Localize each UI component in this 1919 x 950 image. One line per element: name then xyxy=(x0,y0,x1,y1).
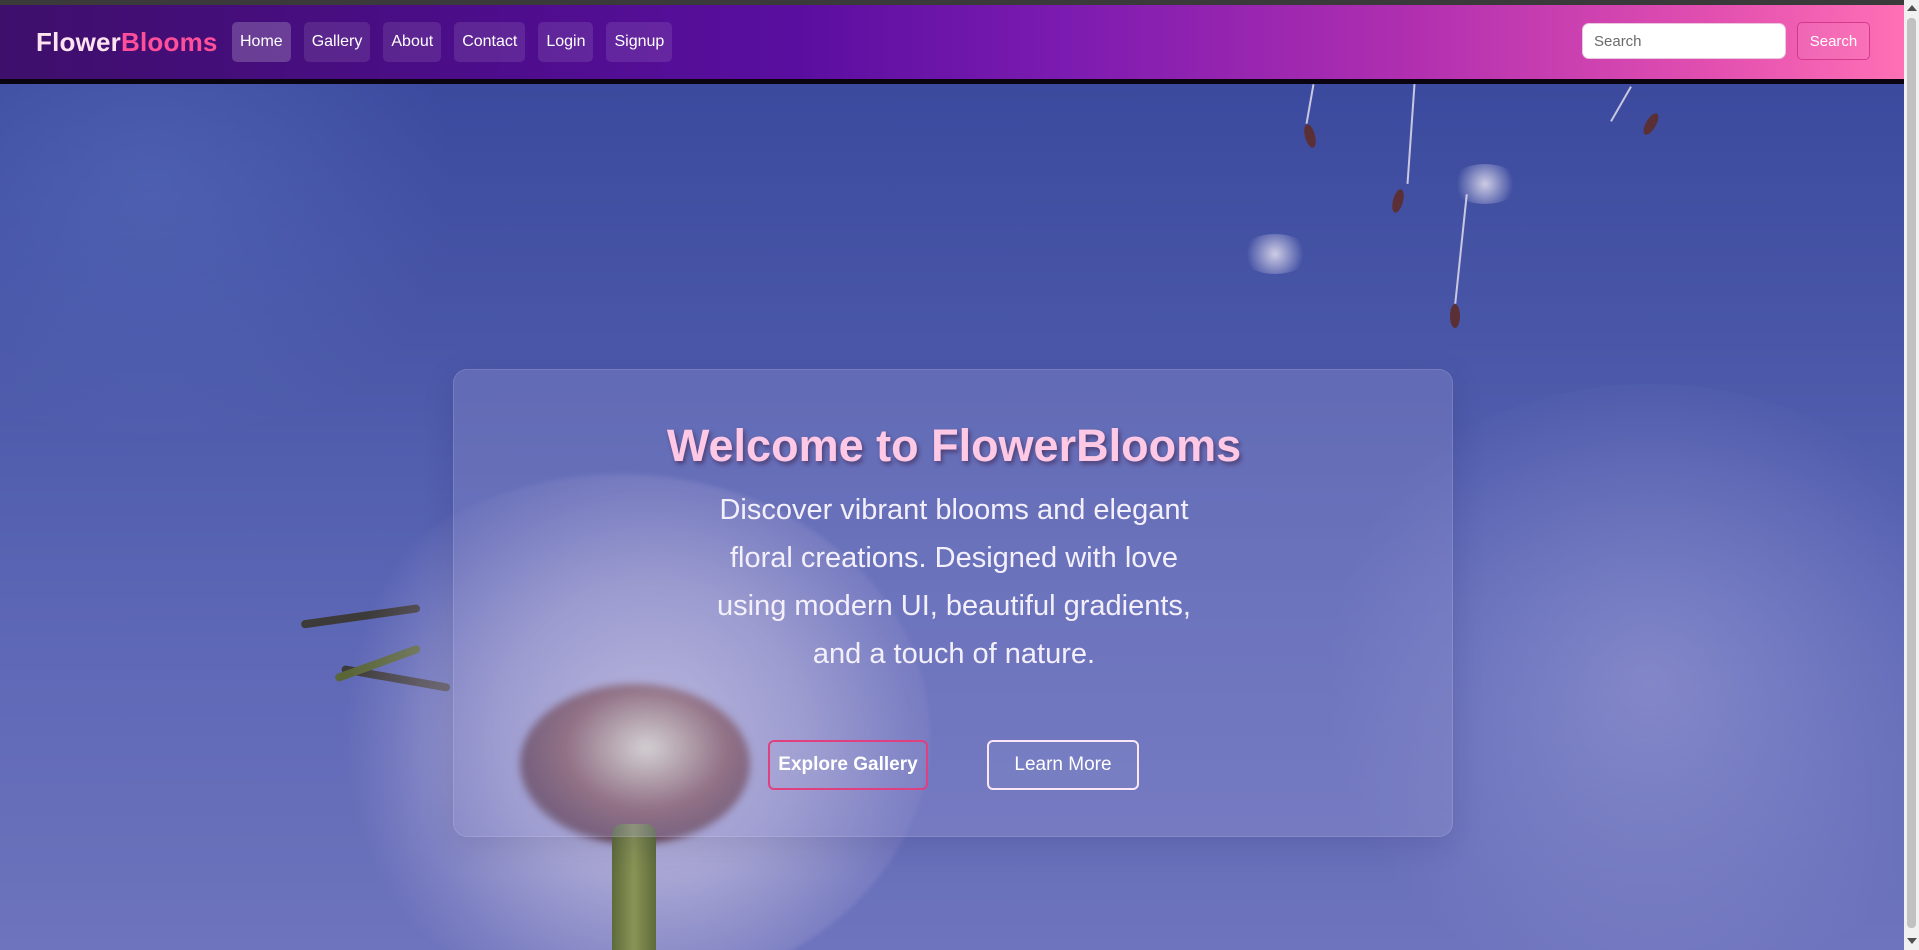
hero-title: Welcome to FlowerBlooms xyxy=(666,420,1242,471)
hero-card: Welcome to FlowerBlooms Discover vibrant… xyxy=(453,369,1453,837)
nav-links: Home Gallery About Contact Login Signup xyxy=(232,22,673,62)
sky-shade xyxy=(0,84,500,434)
brand-logo[interactable]: FlowerBlooms xyxy=(36,27,218,58)
nav-item-gallery[interactable]: Gallery xyxy=(303,22,371,62)
explore-gallery-button[interactable]: Explore Gallery xyxy=(768,740,928,790)
scroll-up-arrow-icon[interactable] xyxy=(1907,5,1917,11)
seed-fluff xyxy=(1240,234,1310,274)
hero-section: Welcome to FlowerBlooms Discover vibrant… xyxy=(0,84,1904,950)
nav-item-home[interactable]: Home xyxy=(232,22,291,62)
seed-stem xyxy=(1454,194,1468,304)
navbar: FlowerBlooms Home Gallery About Contact … xyxy=(0,5,1904,80)
navbar-bottom-border xyxy=(0,79,1904,84)
nav-item-about[interactable]: About xyxy=(383,22,442,62)
nav-item-login[interactable]: Login xyxy=(538,22,594,62)
seed-stem xyxy=(1305,84,1315,124)
page-scrollbar[interactable] xyxy=(1904,0,1919,950)
seed xyxy=(1450,304,1460,328)
search-input[interactable] xyxy=(1582,23,1786,59)
scroll-down-arrow-icon[interactable] xyxy=(1907,938,1917,944)
seed-stem xyxy=(1406,84,1416,184)
nav-item-signup[interactable]: Signup xyxy=(606,22,673,62)
seed-fluff xyxy=(1450,164,1520,204)
seed xyxy=(1640,111,1662,137)
dandelion-stem xyxy=(612,824,656,950)
brand-part-2: Blooms xyxy=(121,27,218,57)
page: Welcome to FlowerBlooms Discover vibrant… xyxy=(0,0,1904,950)
nav-item-contact[interactable]: Contact xyxy=(454,22,526,62)
brand-part-1: Flower xyxy=(36,27,121,57)
seed xyxy=(1390,188,1406,214)
scroll-thumb[interactable] xyxy=(1907,18,1916,928)
seed xyxy=(1302,123,1318,149)
hero-description: Discover vibrant blooms and elegant flor… xyxy=(717,494,1191,670)
seed-stem xyxy=(1610,86,1632,122)
learn-more-button[interactable]: Learn More xyxy=(987,740,1139,790)
search-button[interactable]: Search xyxy=(1797,22,1870,60)
